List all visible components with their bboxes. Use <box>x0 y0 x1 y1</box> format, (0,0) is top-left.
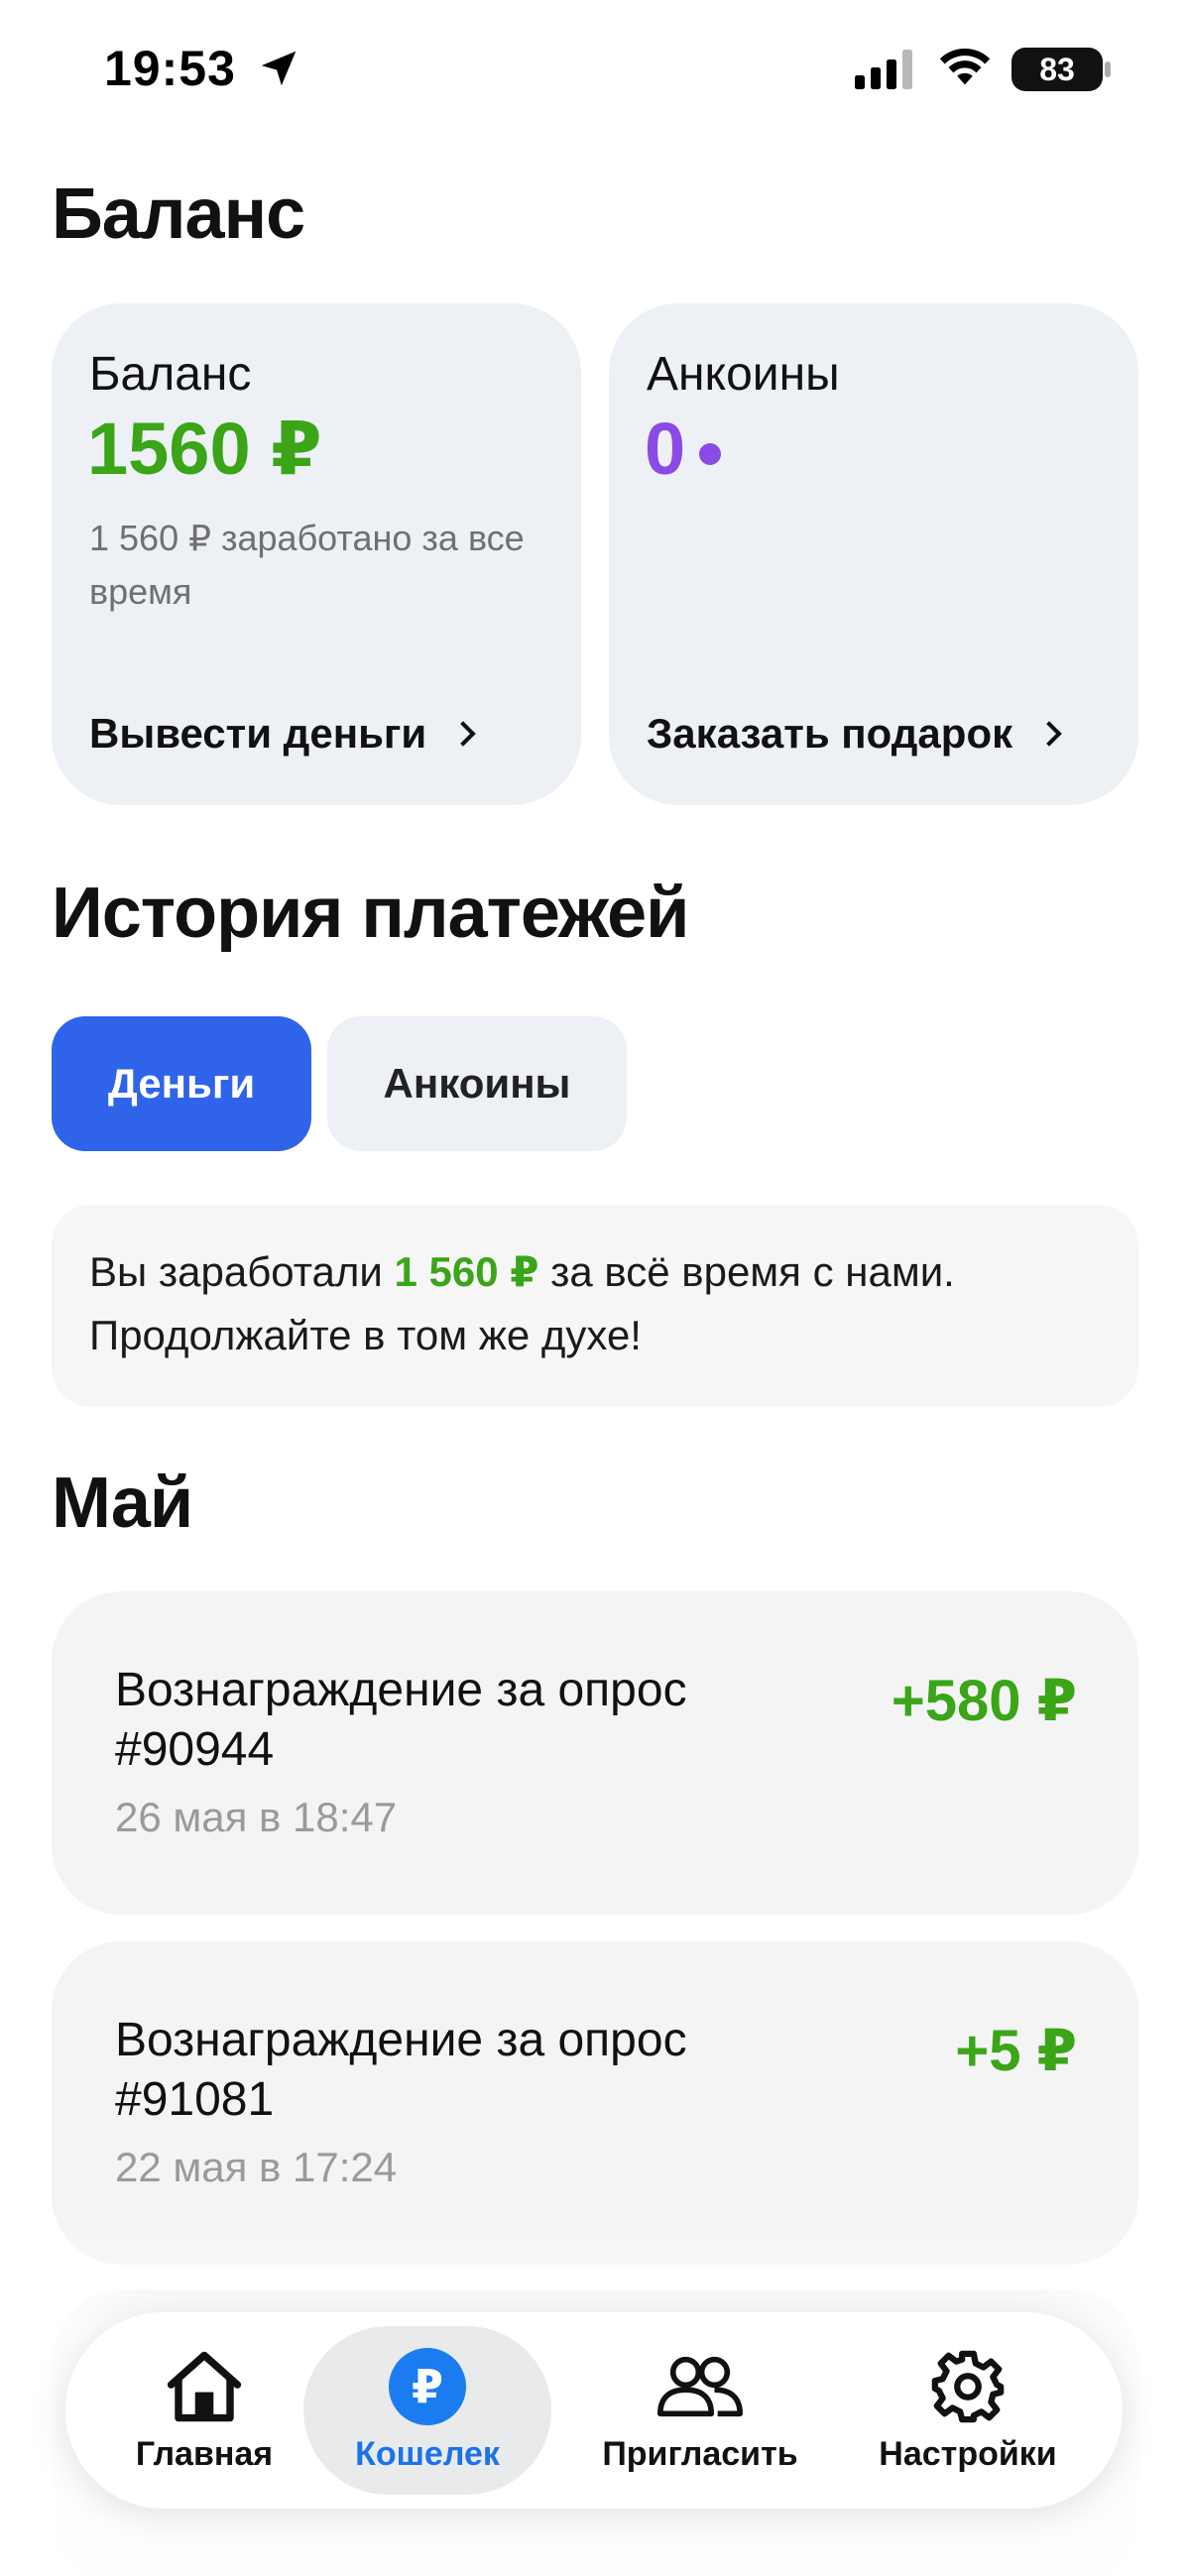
nav-item-settings[interactable]: Настройки <box>859 2312 1077 2509</box>
gear-icon <box>931 2350 1005 2422</box>
page-title: Баланс <box>52 175 305 254</box>
battery-cap <box>1105 61 1111 77</box>
balance-earned-total: 1 560 ₽ заработано за все время <box>89 518 525 612</box>
home-icon <box>167 2351 242 2421</box>
people-icon <box>657 2356 743 2416</box>
transaction-date: 22 мая в 17:24 <box>115 2144 398 2190</box>
withdraw-money-label: Вывести деньги <box>89 710 427 757</box>
status-bar: 19:53 83 <box>0 0 1190 139</box>
chevron-right-icon <box>450 721 476 747</box>
balance-card-title: Баланс <box>89 348 252 401</box>
battery-level: 83 <box>1039 51 1075 87</box>
banner-text-before: Вы заработали <box>89 1248 395 1295</box>
transaction-amount: +5 ₽ <box>955 2019 1077 2083</box>
bottom-navigation: Главная ₽ Кошелек Пригласить Настройки <box>65 2312 1123 2509</box>
chevron-right-icon <box>1036 721 1062 747</box>
nav-label-home: Главная <box>135 2434 274 2473</box>
wifi-icon <box>939 48 991 85</box>
transaction-amount: +580 ₽ <box>891 1669 1077 1733</box>
transaction-row[interactable]: Вознаграждение за опрос #91081 22 мая в … <box>52 1941 1138 2265</box>
balance-value: 1560 ₽ <box>87 408 322 490</box>
coins-value-row: 0 <box>645 407 722 491</box>
transaction-title: Вознаграждение за опрос #90944 <box>115 1664 687 1776</box>
order-gift-link[interactable]: Заказать подарок <box>647 710 1062 758</box>
cellular-signal-icon <box>855 50 912 89</box>
ruble-wallet-icon: ₽ <box>389 2347 466 2425</box>
battery-indicator: 83 <box>1012 48 1103 91</box>
nav-item-home[interactable]: Главная <box>115 2312 294 2509</box>
order-gift-label: Заказать подарок <box>647 710 1013 757</box>
nav-label-settings: Настройки <box>879 2434 1057 2473</box>
nav-label-invite: Пригласить <box>602 2434 798 2473</box>
banner-amount: 1 560 ₽ <box>394 1248 539 1295</box>
transaction-row[interactable]: Вознаграждение за опрос #90944 26 мая в … <box>52 1591 1138 1915</box>
nav-label-wallet: Кошелек <box>355 2434 500 2473</box>
transaction-title: Вознаграждение за опрос #91081 <box>115 2014 687 2126</box>
nav-item-wallet[interactable]: ₽ Кошелек <box>303 2312 551 2509</box>
status-time: 19:53 <box>104 41 236 96</box>
coins-value: 0 <box>645 408 686 490</box>
tab-money[interactable]: Деньги <box>52 1016 311 1151</box>
month-heading: Май <box>52 1464 193 1543</box>
transaction-date: 26 мая в 18:47 <box>115 1794 398 1840</box>
coin-icon <box>699 442 722 465</box>
coins-card: Анкоины 0 Заказать подарок <box>609 303 1138 805</box>
earnings-banner: Вы заработали 1 560 ₽ за всё время с нам… <box>52 1205 1138 1407</box>
nav-item-invite[interactable]: Пригласить <box>581 2312 819 2509</box>
tab-coins[interactable]: Анкоины <box>327 1016 627 1151</box>
payment-history-title: История платежей <box>52 874 689 953</box>
balance-card: Баланс 1560 ₽ 1 560 ₽ заработано за все … <box>52 303 581 805</box>
location-arrow-icon <box>261 51 297 86</box>
coins-card-title: Анкоины <box>647 348 840 401</box>
earnings-banner-text: Вы заработали 1 560 ₽ за всё время с нам… <box>89 1240 1121 1367</box>
withdraw-money-link[interactable]: Вывести деньги <box>89 710 476 758</box>
